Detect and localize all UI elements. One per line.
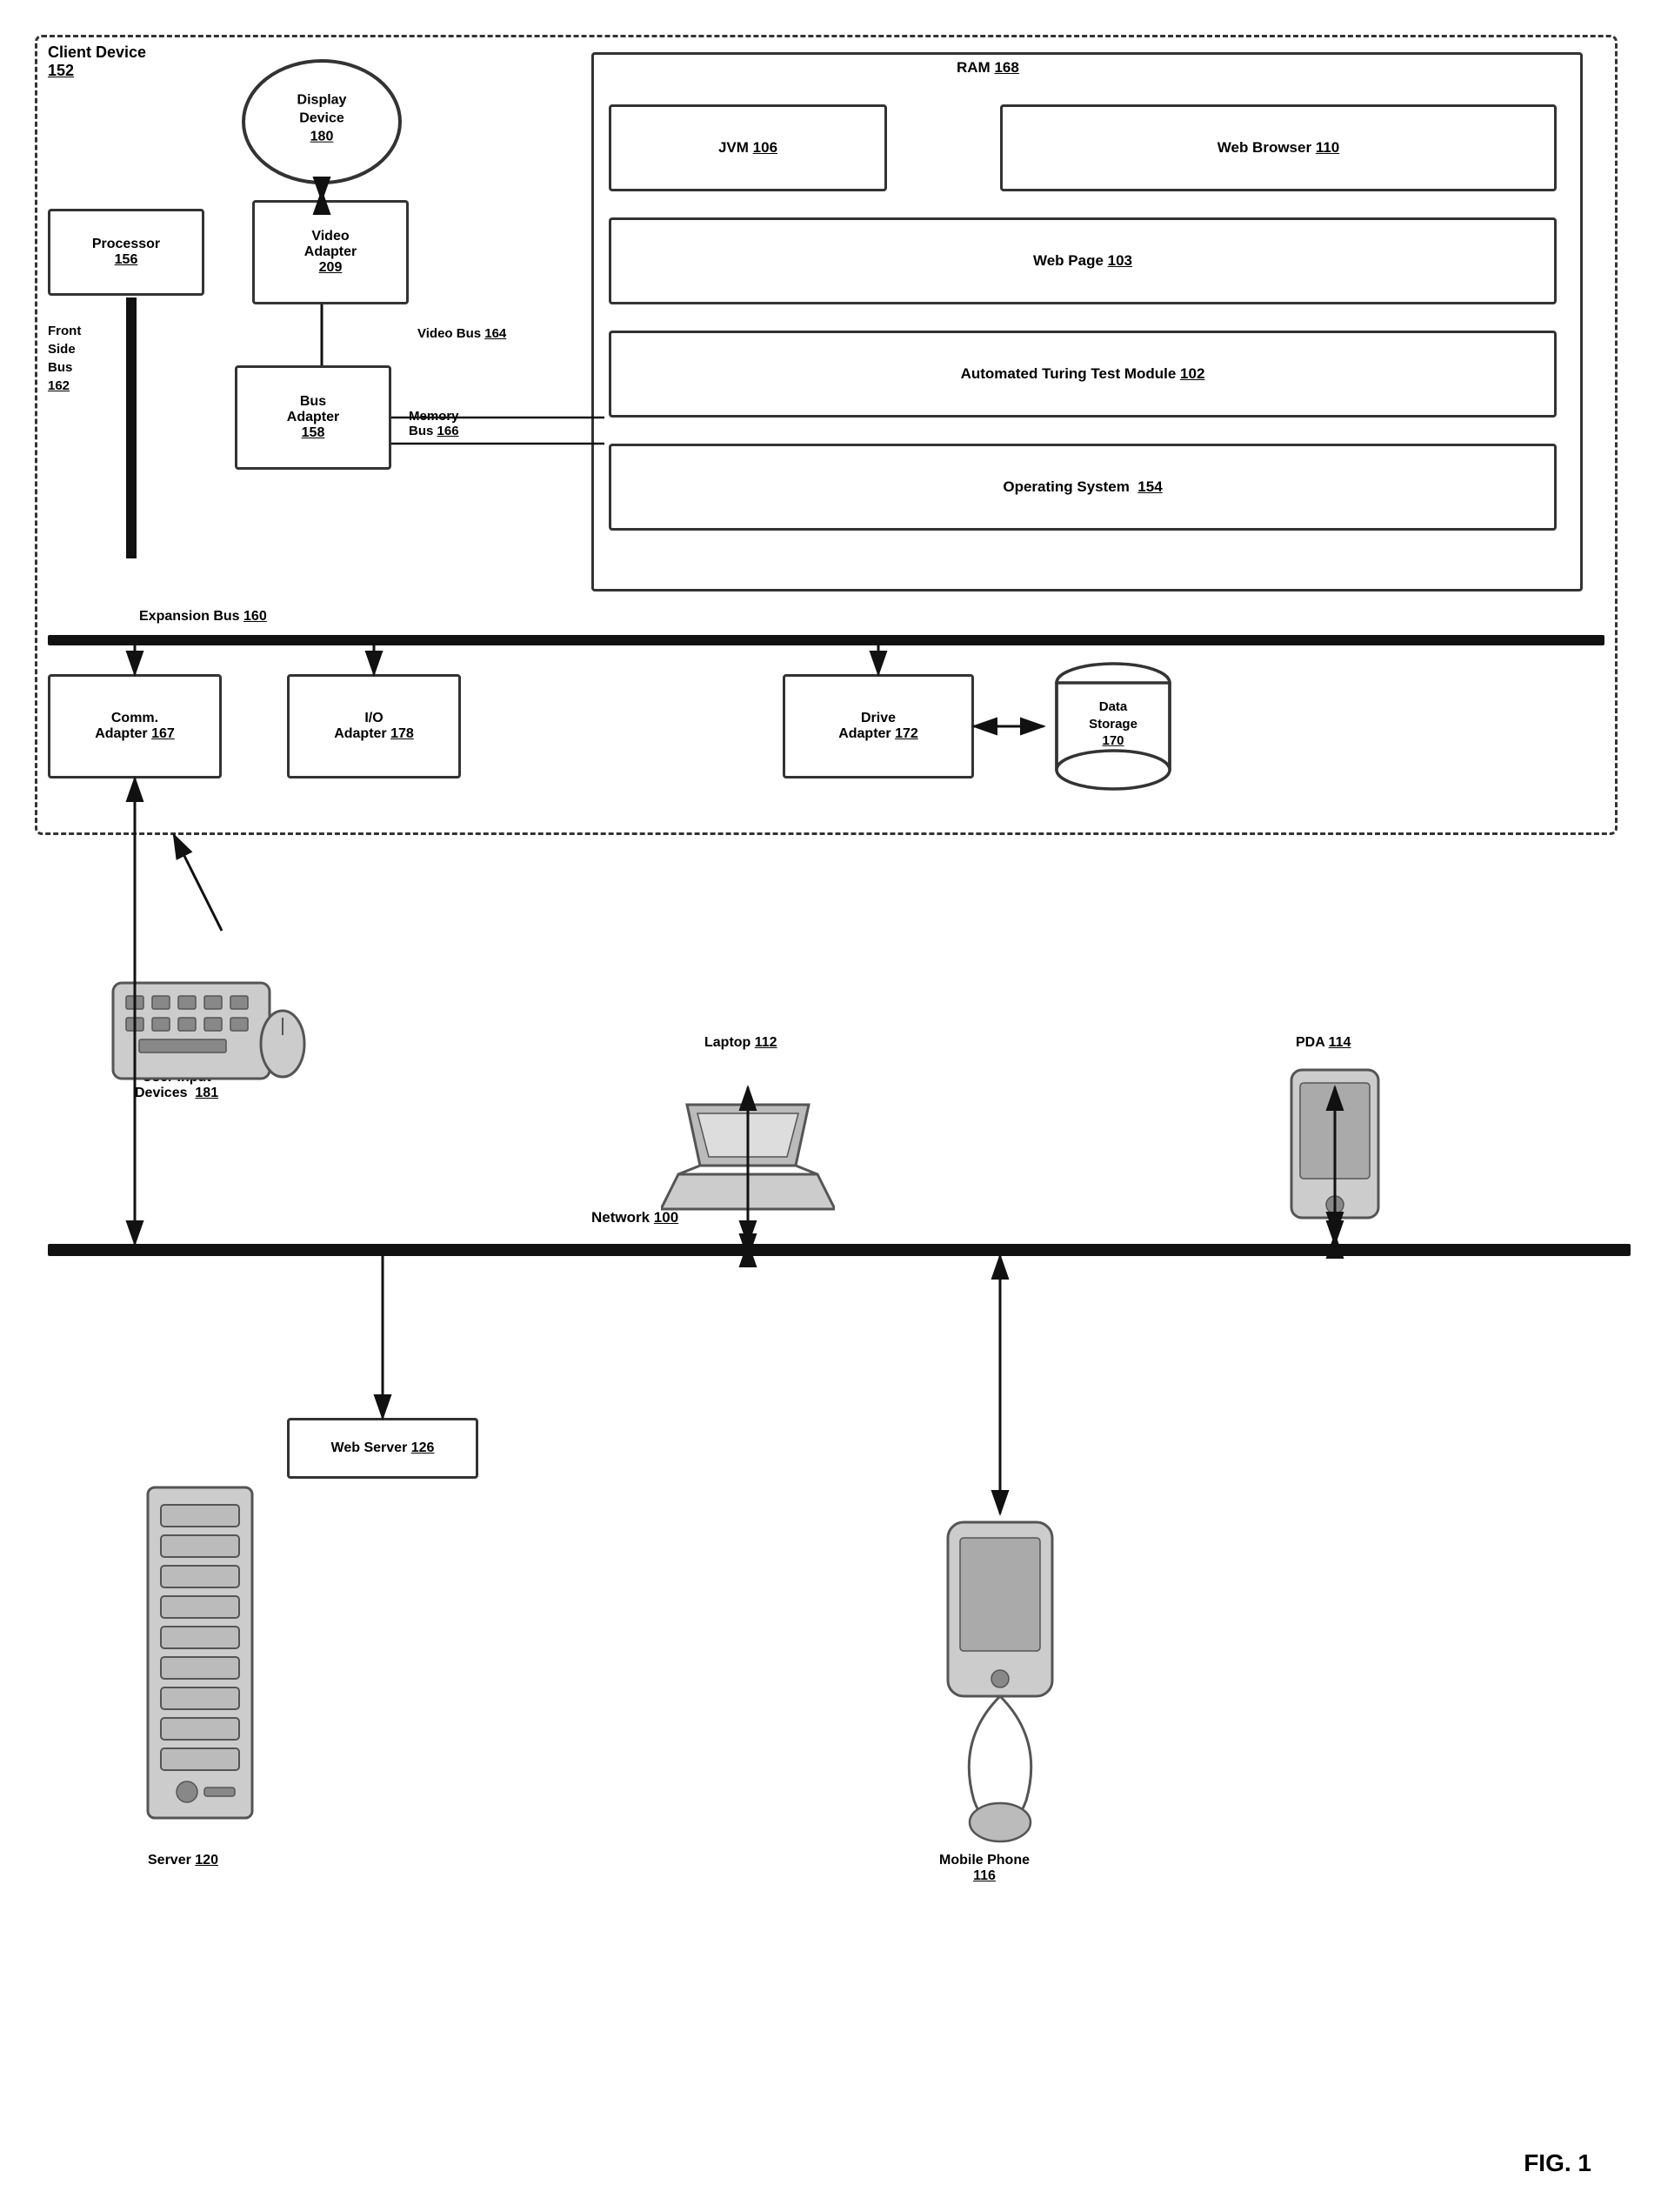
jvm-box: JVM 106 (609, 104, 887, 191)
attm-box: Automated Turing Test Module 102 (609, 331, 1557, 418)
commadapter-box: Comm.Adapter 167 (48, 674, 222, 779)
webserver-label: Web Server 126 (331, 1440, 435, 1456)
webserver-box: Web Server 126 (287, 1418, 478, 1479)
network-line (48, 1244, 1631, 1256)
pda-label: PDA 114 (1296, 1035, 1351, 1051)
os-box: Operating System 154 (609, 444, 1557, 531)
fsb-label: FrontSideBus162 (48, 322, 81, 395)
diagram: Client Device152 RAM 168 JVM 106 Web Bro… (0, 0, 1661, 2212)
ram-label: RAM 168 (957, 59, 1019, 77)
ioadapter-box: I/OAdapter 178 (287, 674, 461, 779)
laptop-icon (661, 1087, 835, 1244)
fig-label: FIG. 1 (1524, 2149, 1591, 2177)
webpage-box: Web Page 103 (609, 217, 1557, 304)
expansion-bus-line (48, 635, 1604, 645)
mobilephone-icon (922, 1514, 1078, 1844)
keyboard-mouse-icon (104, 931, 313, 1105)
laptop-label: Laptop 112 (704, 1035, 777, 1051)
driveadapter-box: DriveAdapter 172 (783, 674, 974, 779)
videobus-label: Video Bus 164 (417, 326, 506, 341)
webbrowser-box: Web Browser 110 (1000, 104, 1557, 191)
server-icon (122, 1479, 278, 1844)
busadapter-box: BusAdapter158 (235, 365, 391, 470)
expansionbus-label: Expansion Bus 160 (139, 609, 267, 625)
videoadapter-box: VideoAdapter209 (252, 200, 409, 304)
pda-icon (1278, 1061, 1391, 1235)
display-device: DisplayDevice180 (235, 52, 409, 191)
client-device-label: Client Device152 (48, 43, 146, 80)
mobilephone-label: Mobile Phone116 (939, 1853, 1030, 1884)
memorybus-label: MemoryBus 166 (409, 409, 459, 438)
server-label: Server 120 (148, 1853, 218, 1868)
processor-box: Processor156 (48, 209, 204, 296)
datastorage: DataStorage170 (1044, 657, 1183, 796)
